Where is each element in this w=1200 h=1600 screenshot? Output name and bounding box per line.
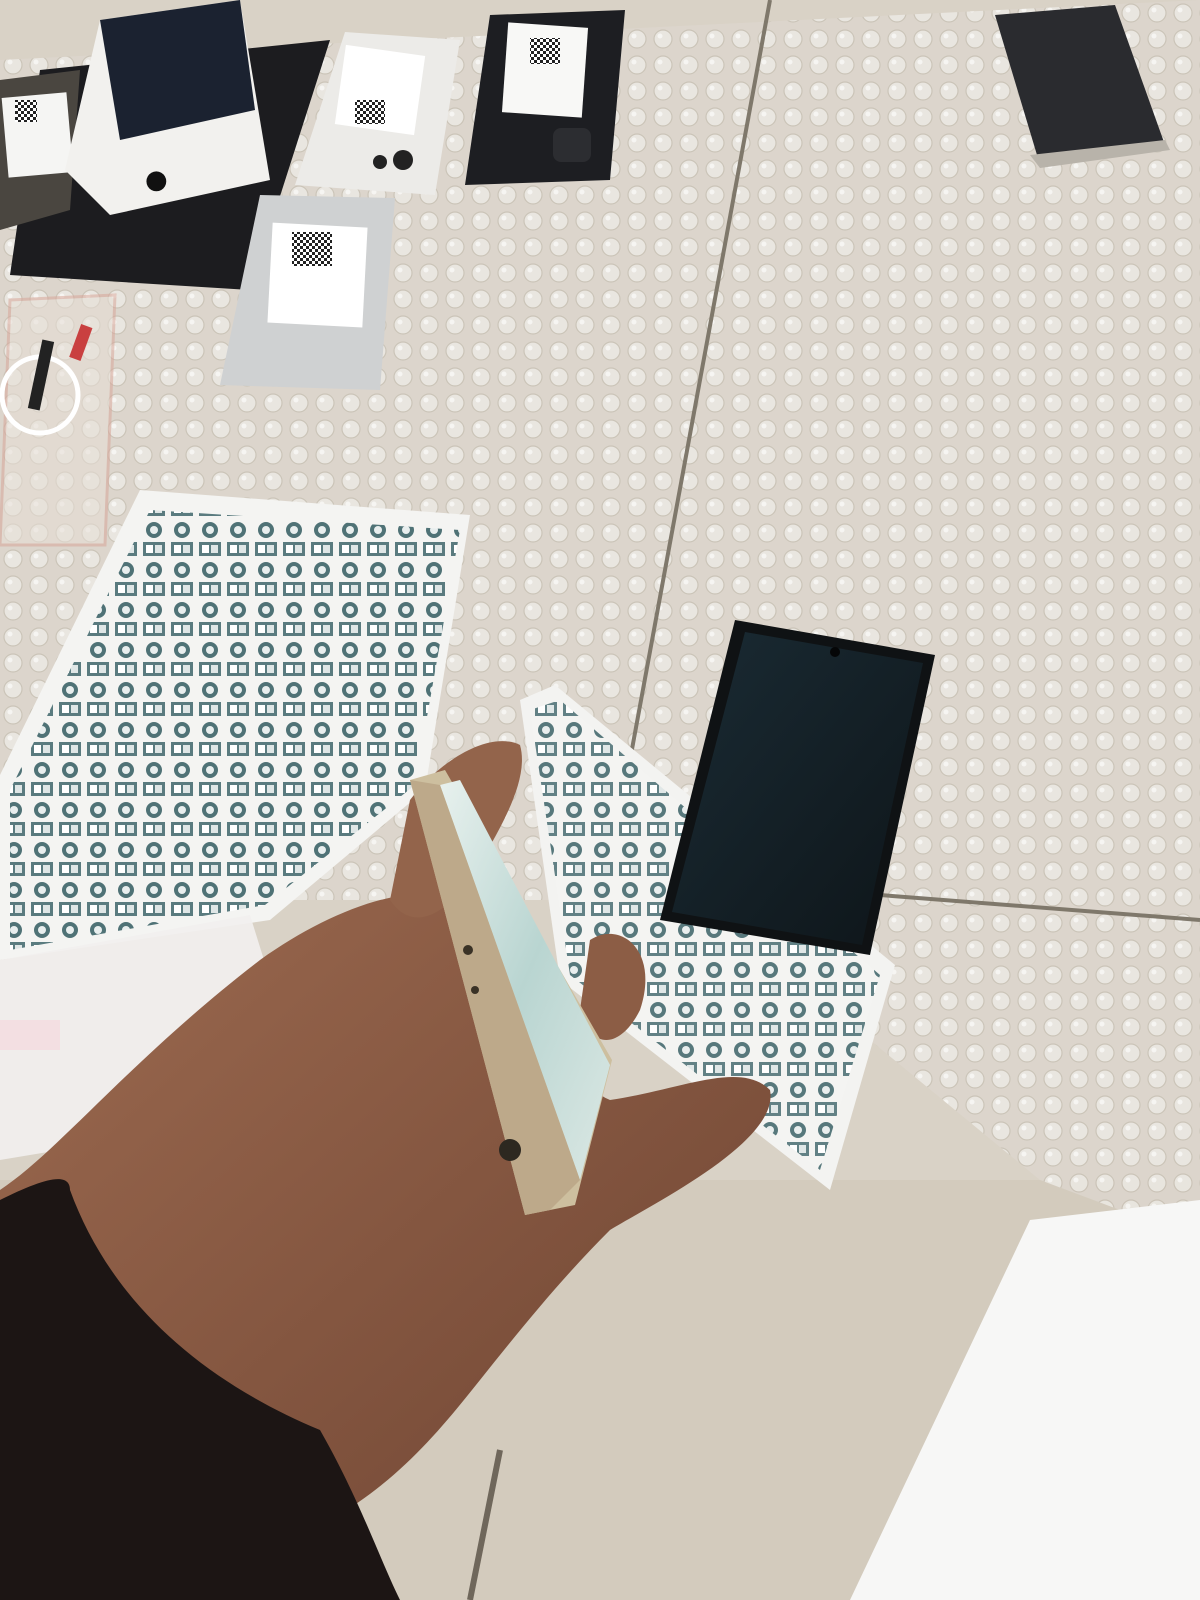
headphone-jack-icon xyxy=(499,1139,521,1161)
qr-code-icon xyxy=(15,100,37,122)
qr-code-icon xyxy=(530,38,560,64)
front-camera-icon xyxy=(830,647,840,657)
camera-lens-icon xyxy=(393,150,413,170)
qr-code-icon xyxy=(355,100,385,124)
clear-phone-case xyxy=(0,293,117,547)
camera-module xyxy=(553,128,591,162)
photo-scene: ● xyxy=(0,0,1200,1600)
black-phone-label xyxy=(501,22,589,118)
microphone-hole-icon xyxy=(463,945,473,955)
phone-label xyxy=(1,92,74,178)
apple-logo-icon: ● xyxy=(145,165,168,195)
qr-code-icon xyxy=(292,232,332,266)
mailer-label xyxy=(0,1020,60,1050)
ir-blaster-icon xyxy=(471,986,479,994)
scene-svg: ● xyxy=(0,0,1200,1600)
camera-lens-icon xyxy=(373,155,387,169)
